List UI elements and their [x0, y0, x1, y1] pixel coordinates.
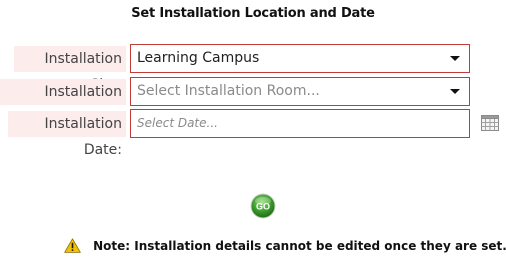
go-button-label: GO — [256, 202, 270, 212]
installation-date-input[interactable]: Select Date... — [130, 109, 470, 138]
installation-dialog: Set Installation Location and Date Insta… — [0, 0, 506, 262]
dialog-title: Set Installation Location and Date — [131, 6, 375, 21]
installation-site-label: Installation Site: — [14, 46, 126, 93]
installation-date-placeholder: Select Date... — [137, 116, 218, 130]
installation-room-placeholder: Select Installation Room... — [137, 83, 320, 99]
installation-room-row: Installation Room: Select Installation R… — [0, 77, 506, 126]
installation-site-dropdown[interactable]: Learning Campus — [130, 44, 470, 73]
note: Note: Installation details cannot be edi… — [64, 236, 506, 254]
installation-site-row: Installation Site: Learning Campus — [0, 44, 506, 93]
installation-date-label: Installation Date: — [8, 111, 126, 158]
chevron-down-icon[interactable] — [450, 56, 460, 61]
installation-room-label: Installation Room: — [0, 79, 126, 126]
go-button[interactable]: GO — [250, 193, 276, 219]
installation-date-row: Installation Date: Select Date... — [0, 109, 506, 158]
installation-site-value: Learning Campus — [137, 50, 260, 66]
warning-icon — [64, 238, 81, 253]
installation-room-dropdown[interactable]: Select Installation Room... — [130, 77, 470, 106]
chevron-down-icon[interactable] — [450, 89, 460, 94]
note-text: Note: Installation details cannot be edi… — [93, 238, 506, 253]
calendar-icon[interactable] — [481, 115, 499, 131]
